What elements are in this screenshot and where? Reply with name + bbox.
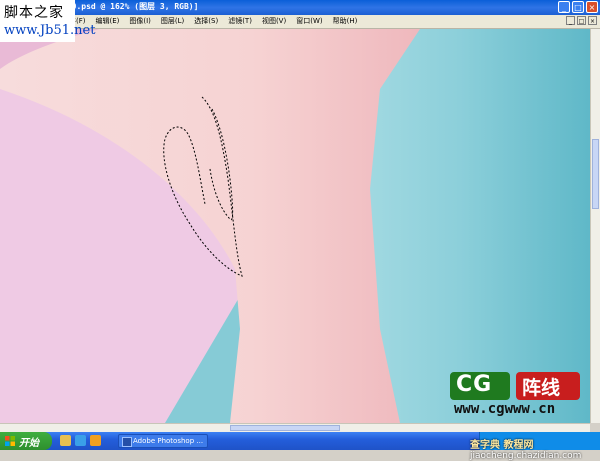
menu-image[interactable]: 图像(I) <box>129 16 151 26</box>
show-desktop-icon[interactable] <box>60 435 71 446</box>
vertical-scroll-thumb[interactable] <box>592 139 599 209</box>
window-controls: _ □ × <box>558 1 598 13</box>
horizontal-scroll-thumb[interactable] <box>230 425 340 431</box>
title-bar: [10.psd @ 162% (图层 3, RGB)] _ □ × <box>0 0 600 15</box>
menu-window[interactable]: 窗口(W) <box>296 16 322 26</box>
maximize-button[interactable]: □ <box>572 1 584 13</box>
menu-select[interactable]: 选择(S) <box>194 16 218 26</box>
logo-zx-text: 阵线 <box>522 377 561 399</box>
photoshop-icon <box>122 437 132 447</box>
menu-help[interactable]: 帮助(H) <box>333 16 358 26</box>
minimize-button[interactable]: _ <box>558 1 570 13</box>
document-controls: _ □ × <box>566 16 597 25</box>
menu-layer[interactable]: 图层(L) <box>161 16 184 26</box>
menu-items: 文件(F) 编辑(E) 图像(I) 图层(L) 选择(S) 滤镜(T) 视图(V… <box>62 16 357 26</box>
bottom-watermark-cn: 查字典 教程网 <box>470 440 534 451</box>
start-button[interactable]: 开始 <box>0 432 52 450</box>
window-title: [10.psd @ 162% (图层 3, RGB)] <box>62 2 199 11</box>
logo-url: www.cgwww.cn <box>454 401 556 417</box>
logo-cg-block: CG <box>450 372 510 400</box>
menu-view[interactable]: 视图(V) <box>262 16 286 26</box>
vertical-scrollbar[interactable] <box>590 29 600 423</box>
watermark-site-url: www.Jb51.net <box>4 23 96 38</box>
cg-logo: CG 阵线 www.cgwww.cn <box>450 372 590 418</box>
bottom-watermark: 查字典 教程网 jiaocheng.chazidian.com <box>470 436 581 461</box>
media-player-icon[interactable] <box>90 435 101 446</box>
menu-filter[interactable]: 滤镜(T) <box>228 16 252 26</box>
close-button[interactable]: × <box>586 1 598 13</box>
doc-minimize-button[interactable]: _ <box>566 16 575 25</box>
canvas-artwork <box>0 29 590 423</box>
site-watermark: 脚本之家 www.Jb51.net <box>0 0 95 42</box>
bottom-watermark-url: jiaocheng.chazidian.com <box>470 451 582 461</box>
logo-zx-block: 阵线 <box>516 372 580 400</box>
quick-launch <box>60 435 101 446</box>
logo-cg-text: CG <box>456 372 493 397</box>
internet-explorer-icon[interactable] <box>75 435 86 446</box>
windows-flag-icon <box>5 436 15 446</box>
doc-maximize-button[interactable]: □ <box>577 16 586 25</box>
watermark-site-name: 脚本之家 <box>4 5 64 21</box>
document-canvas[interactable] <box>0 29 590 423</box>
taskbar-photoshop-label: Adobe Photoshop ... <box>133 437 204 445</box>
doc-close-button[interactable]: × <box>588 16 597 25</box>
menu-edit[interactable]: 编辑(E) <box>96 16 120 26</box>
taskbar-photoshop[interactable]: Adobe Photoshop ... <box>118 434 208 448</box>
start-label: 开始 <box>19 438 39 449</box>
